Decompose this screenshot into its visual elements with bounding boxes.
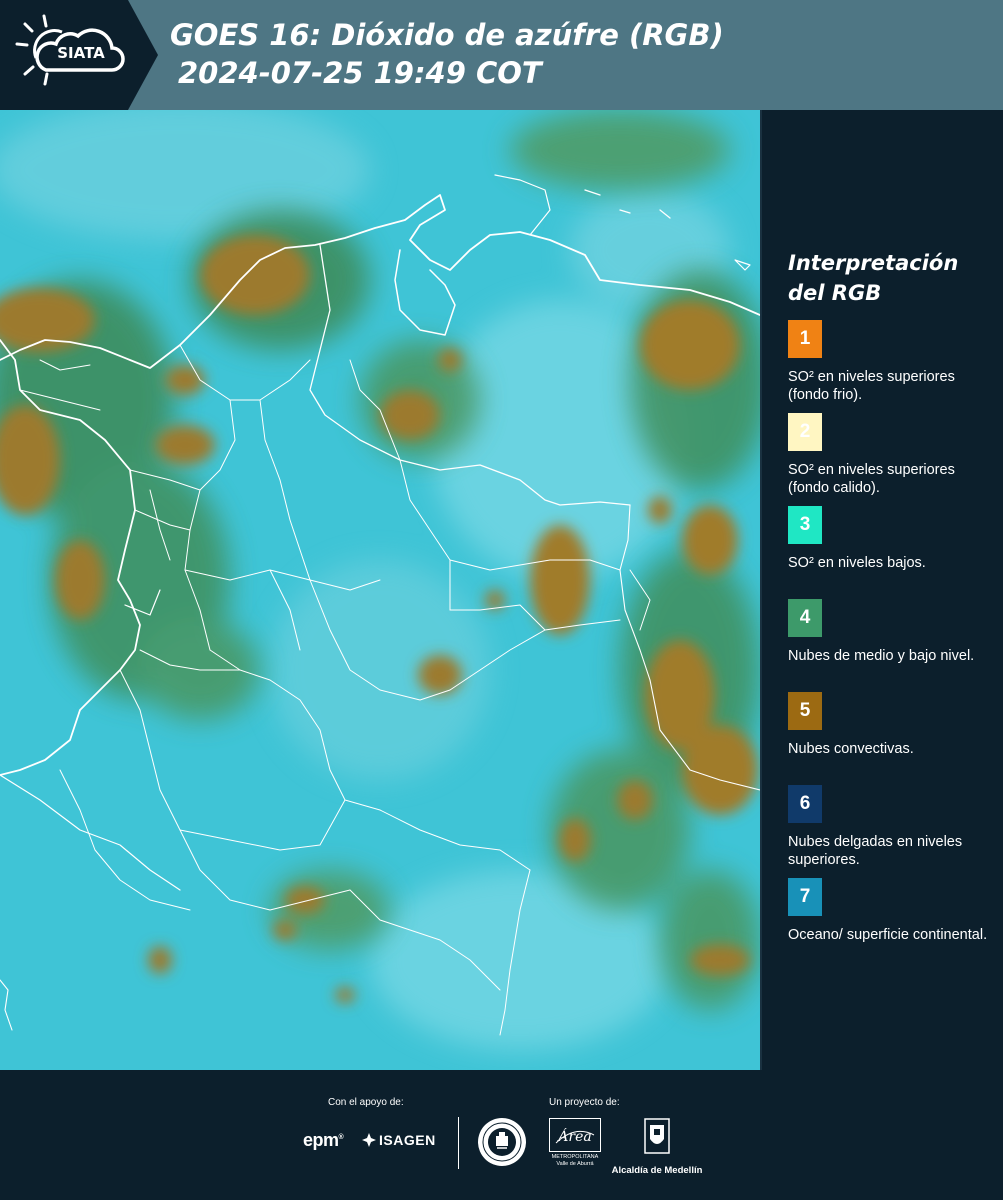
legend-title: Interpretación del RGB — [788, 251, 959, 305]
legend-swatch: 2 — [788, 413, 822, 451]
epm-logo: epm® — [303, 1130, 344, 1150]
epm-logo-text: epm — [303, 1130, 339, 1150]
header-bar: SIATA GOES 16: Dióxido de azúfre (RGB) 2… — [0, 0, 1003, 110]
legend-item: 7 Oceano/ superficie continental. — [788, 878, 993, 971]
legend-item: 3 SO² en niveles bajos. — [788, 506, 993, 599]
medellin-seal-logo — [476, 1116, 528, 1173]
legend-description: Oceano/ superficie continental. — [788, 927, 988, 943]
title-product: GOES 16: Dióxido de azúfre (RGB) — [170, 18, 724, 52]
legend-swatch: 6 — [788, 785, 822, 823]
area-metropolitana-logo: Área METROPOLITANA Valle de Aburrá — [549, 1118, 601, 1168]
footer-divider — [458, 1117, 459, 1169]
legend-swatch: 5 — [788, 692, 822, 730]
legend-swatch: 3 — [788, 506, 822, 544]
legend-description: Nubes convectivas. — [788, 741, 914, 757]
legend-swatch: 4 — [788, 599, 822, 637]
siata-logo: SIATA — [0, 0, 160, 110]
page-title: GOES 16: Dióxido de azúfre (RGB) 2024-07… — [170, 16, 724, 92]
rgb-legend: Interpretación del RGB 1 SO² en niveles s… — [788, 248, 993, 971]
legend-description: Nubes delgadas en niveles superiores. — [788, 834, 963, 868]
legend-description: Nubes de medio y bajo nivel. — [788, 648, 975, 664]
legend-item: 1 SO² en niveles superiores (fondo frio). — [788, 320, 993, 413]
legend-item: 4 Nubes de medio y bajo nivel. — [788, 599, 993, 692]
legend-description: SO² en niveles superiores (fondo calido)… — [788, 462, 955, 496]
legend-item: 2 SO² en niveles superiores (fondo calido… — [788, 413, 993, 506]
legend-description: SO² en niveles bajos. — [788, 555, 926, 571]
isagen-logo-text: ISAGEN — [379, 1132, 436, 1148]
isagen-star-icon — [362, 1133, 376, 1147]
isagen-logo: ISAGEN — [362, 1132, 436, 1148]
title-timestamp: 2024-07-25 19:49 COT — [178, 56, 542, 90]
map-legend-divider — [760, 110, 762, 1070]
area-script-text: Área — [556, 1127, 591, 1145]
legend-item: 6 Nubes delgadas en niveles superiores. — [788, 785, 993, 878]
legend-item: 5 Nubes convectivas. — [788, 692, 993, 785]
legend-swatch: 1 — [788, 320, 822, 358]
alcaldia-text: Alcaldía de Medellín — [611, 1165, 703, 1176]
legend-items: 1 SO² en niveles superiores (fondo frio).… — [788, 320, 993, 971]
coat-of-arms-icon — [644, 1118, 670, 1154]
legend-swatch: 7 — [788, 878, 822, 916]
support-label: Con el apoyo de: — [328, 1097, 404, 1108]
alcaldia-medellin-logo: Alcaldía de Medellín — [611, 1117, 703, 1176]
satellite-map[interactable] — [0, 110, 760, 1070]
project-label: Un proyecto de: — [549, 1097, 620, 1108]
footer: Con el apoyo de: Un proyecto de: epm® IS… — [0, 1070, 1003, 1200]
area-small-text: METROPOLITANA Valle de Aburrá — [551, 1154, 599, 1167]
legend-description: SO² en niveles superiores (fondo frio). — [788, 369, 955, 403]
siata-logo-text: SIATA — [57, 44, 105, 62]
